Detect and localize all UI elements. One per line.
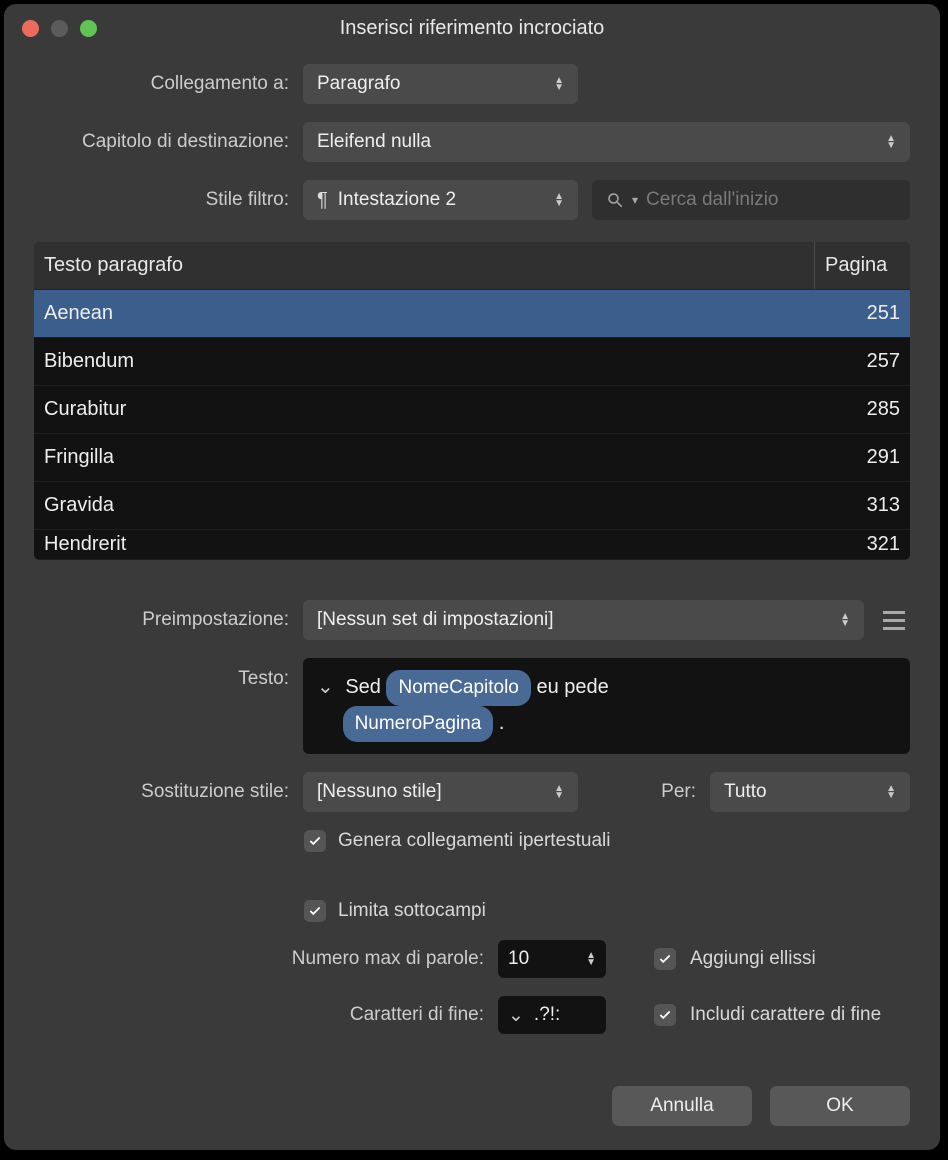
table-row[interactable]: Aenean251 [34, 290, 910, 338]
window-title: Inserisci riferimento incrociato [4, 17, 940, 40]
cell-page: 251 [815, 302, 910, 325]
text-template-field[interactable]: ⌄ Sed NomeCapitolo eu pede NumeroPagina … [303, 658, 910, 754]
label-for: Per: [661, 781, 696, 803]
chevron-down-icon[interactable]: ⌄ [508, 1004, 524, 1027]
text-prefix: Sed [345, 676, 381, 698]
dropdown-preset-value: [Nessun set di impostazioni] [317, 609, 554, 631]
th-page[interactable]: Pagina [815, 242, 910, 289]
cancel-button-label: Annulla [650, 1095, 713, 1117]
dropdown-for-value: Tutto [724, 781, 767, 803]
cell-text: Aenean [34, 302, 815, 325]
text-suffix: . [499, 712, 505, 734]
chevron-updown-icon: ▲▼ [886, 785, 896, 799]
label-hyperlinks: Genera collegamenti ipertestuali [338, 830, 611, 852]
chevron-updown-icon: ▲▼ [586, 952, 596, 966]
token-page-number[interactable]: NumeroPagina [343, 706, 494, 742]
checkbox-limit-subfields[interactable] [304, 900, 326, 922]
cell-text: Fringilla [34, 446, 815, 469]
chevron-down-icon[interactable]: ⌄ [317, 671, 334, 703]
search-placeholder: Cerca dall'inizio [646, 189, 778, 211]
end-chars-field[interactable]: ⌄ .?!: [498, 996, 606, 1034]
check-icon [308, 904, 322, 918]
dropdown-preset[interactable]: [Nessun set di impostazioni] ▲▼ [303, 600, 864, 640]
label-include-end: Includi carattere di fine [690, 1004, 881, 1026]
label-limit-subfields: Limita sottocampi [338, 900, 486, 922]
th-text[interactable]: Testo paragrafo [34, 242, 815, 289]
checkbox-hyperlinks[interactable] [304, 830, 326, 852]
dropdown-style-sub[interactable]: [Nessuno stile] ▲▼ [303, 772, 578, 812]
dropdown-for[interactable]: Tutto ▲▼ [710, 772, 910, 812]
check-icon [658, 952, 672, 966]
end-chars-value: .?!: [534, 1004, 560, 1026]
label-add-ellipsis: Aggiungi ellissi [690, 948, 816, 970]
text-mid: eu pede [536, 676, 608, 698]
cell-page: 257 [815, 350, 910, 373]
checkbox-include-end[interactable] [654, 1004, 676, 1026]
chevron-updown-icon: ▲▼ [554, 77, 564, 91]
zoom-icon[interactable] [80, 20, 97, 37]
ok-button[interactable]: OK [770, 1086, 910, 1126]
cancel-button[interactable]: Annulla [612, 1086, 752, 1126]
dropdown-filter-style-value: Intestazione 2 [338, 189, 456, 211]
search-input[interactable]: ▾ Cerca dall'inizio [592, 180, 910, 220]
cell-text: Gravida [34, 494, 815, 517]
label-dest-chapter: Capitolo di destinazione: [34, 131, 289, 153]
max-words-stepper[interactable]: 10 ▲▼ [498, 940, 606, 978]
max-words-value: 10 [508, 948, 529, 970]
titlebar: Inserisci riferimento incrociato [4, 4, 940, 52]
label-filter-style: Stile filtro: [34, 189, 289, 211]
cell-page: 313 [815, 494, 910, 517]
paragraph-table: Testo paragrafo Pagina Aenean251Bibendum… [34, 242, 910, 560]
label-max-words: Numero max di parole: [34, 948, 484, 970]
table-body: Aenean251Bibendum257Curabitur285Fringill… [34, 290, 910, 560]
chevron-updown-icon: ▲▼ [840, 613, 850, 627]
table-row[interactable]: Fringilla291 [34, 434, 910, 482]
dropdown-style-sub-value: [Nessuno stile] [317, 781, 442, 803]
cell-page: 291 [815, 446, 910, 469]
dropdown-dest-chapter-value: Eleifend nulla [317, 131, 431, 153]
check-icon [658, 1008, 672, 1022]
label-link-to: Collegamento a: [34, 73, 289, 95]
dropdown-dest-chapter[interactable]: Eleifend nulla ▲▼ [303, 122, 910, 162]
chevron-down-icon: ▾ [632, 193, 638, 207]
table-row[interactable]: Curabitur285 [34, 386, 910, 434]
ok-button-label: OK [826, 1095, 853, 1117]
dropdown-filter-style[interactable]: ¶ Intestazione 2 ▲▼ [303, 180, 578, 220]
dropdown-link-to-value: Paragrafo [317, 73, 400, 95]
label-text: Testo: [34, 658, 289, 690]
chevron-updown-icon: ▲▼ [554, 193, 564, 207]
checkbox-add-ellipsis[interactable] [654, 948, 676, 970]
cell-text: Curabitur [34, 398, 815, 421]
dialog-window: Inserisci riferimento incrociato Collega… [4, 4, 940, 1150]
table-row[interactable]: Gravida313 [34, 482, 910, 530]
table-header: Testo paragrafo Pagina [34, 242, 910, 290]
label-end-chars: Caratteri di fine: [34, 1004, 484, 1026]
cell-page: 321 [815, 533, 910, 556]
close-icon[interactable] [22, 20, 39, 37]
dropdown-link-to[interactable]: Paragrafo ▲▼ [303, 64, 578, 104]
cell-page: 285 [815, 398, 910, 421]
check-icon [308, 834, 322, 848]
chevron-updown-icon: ▲▼ [886, 135, 896, 149]
token-chapter-name[interactable]: NomeCapitolo [386, 670, 530, 706]
cell-text: Bibendum [34, 350, 815, 373]
chevron-updown-icon: ▲▼ [554, 785, 564, 799]
minimize-icon [51, 20, 68, 37]
cell-text: Hendrerit [34, 533, 815, 556]
traffic-lights [22, 20, 97, 37]
menu-icon[interactable] [878, 611, 910, 630]
table-row[interactable]: Bibendum257 [34, 338, 910, 386]
pilcrow-icon: ¶ [317, 189, 328, 212]
label-preset: Preimpostazione: [34, 609, 289, 631]
label-style-sub: Sostituzione stile: [34, 781, 289, 803]
search-icon [606, 191, 624, 209]
table-row[interactable]: Hendrerit321 [34, 530, 910, 560]
